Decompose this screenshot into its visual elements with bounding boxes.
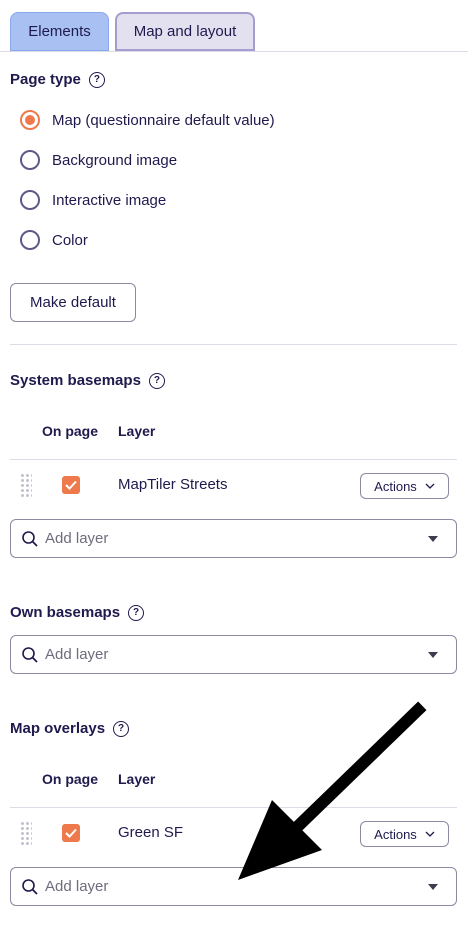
column-header-layer: Layer bbox=[118, 423, 156, 439]
system-basemaps-heading: System basemaps ? bbox=[10, 372, 165, 389]
radio-option-background-image[interactable]: Background image bbox=[20, 150, 177, 170]
column-header-on-page: On page bbox=[42, 771, 99, 787]
search-icon bbox=[22, 878, 38, 895]
actions-button[interactable]: Actions bbox=[360, 473, 449, 499]
radio-label: Interactive image bbox=[52, 191, 167, 209]
radio-option-map[interactable]: Map (questionnaire default value) bbox=[20, 110, 275, 130]
search-icon bbox=[22, 646, 38, 663]
radio-icon[interactable] bbox=[20, 230, 40, 250]
add-layer-placeholder: Add layer bbox=[45, 530, 109, 547]
actions-label: Actions bbox=[374, 478, 417, 494]
chevron-down-icon bbox=[425, 483, 435, 489]
drag-handle-icon[interactable] bbox=[20, 821, 32, 847]
add-layer-search-own[interactable]: Add layer bbox=[10, 635, 457, 674]
map-overlays-heading: Map overlays ? bbox=[10, 720, 130, 737]
annotation-arrow-icon bbox=[238, 701, 427, 880]
radio-label: Map (questionnaire default value) bbox=[52, 111, 275, 129]
table-divider bbox=[10, 459, 457, 460]
map-overlays-title: Map overlays bbox=[10, 720, 106, 737]
tab-bar: Elements Map and layout bbox=[0, 0, 468, 52]
make-default-button[interactable]: Make default bbox=[10, 283, 136, 322]
on-page-checkbox[interactable] bbox=[62, 476, 80, 494]
help-icon[interactable]: ? bbox=[148, 372, 165, 389]
help-icon[interactable]: ? bbox=[113, 720, 130, 737]
page-type-heading: Page type ? bbox=[10, 71, 105, 88]
dropdown-caret-icon[interactable] bbox=[428, 651, 438, 658]
own-basemaps-heading: Own basemaps ? bbox=[10, 604, 145, 621]
checkmark-icon bbox=[65, 480, 77, 490]
radio-icon[interactable] bbox=[20, 190, 40, 210]
system-basemaps-title: System basemaps bbox=[10, 372, 141, 389]
radio-label: Color bbox=[52, 231, 88, 249]
radio-label: Background image bbox=[52, 151, 178, 169]
radio-option-interactive-image[interactable]: Interactive image bbox=[20, 190, 166, 210]
layer-row: MapTiler Streets Actions bbox=[10, 461, 457, 509]
tab-map-and-layout[interactable]: Map and layout bbox=[115, 12, 255, 51]
help-icon[interactable]: ? bbox=[88, 71, 105, 88]
column-header-layer: Layer bbox=[118, 771, 156, 787]
own-basemaps-title: Own basemaps bbox=[10, 604, 121, 621]
page-type-title: Page type bbox=[10, 71, 81, 88]
layer-name: MapTiler Streets bbox=[118, 476, 228, 493]
tab-elements[interactable]: Elements bbox=[10, 12, 109, 51]
help-icon[interactable]: ? bbox=[128, 604, 145, 621]
add-layer-placeholder: Add layer bbox=[45, 646, 109, 663]
search-icon bbox=[22, 530, 38, 547]
radio-icon[interactable] bbox=[20, 150, 40, 170]
divider bbox=[10, 344, 457, 345]
radio-checked-icon[interactable] bbox=[20, 110, 40, 130]
radio-option-color[interactable]: Color bbox=[20, 230, 88, 250]
drag-handle-icon[interactable] bbox=[20, 473, 32, 499]
layer-name: Green SF bbox=[118, 824, 184, 841]
add-layer-search-system[interactable]: Add layer bbox=[10, 519, 457, 558]
column-header-on-page: On page bbox=[42, 423, 99, 439]
dropdown-caret-icon[interactable] bbox=[428, 535, 438, 542]
on-page-checkbox[interactable] bbox=[62, 824, 80, 842]
checkmark-icon bbox=[65, 828, 77, 838]
